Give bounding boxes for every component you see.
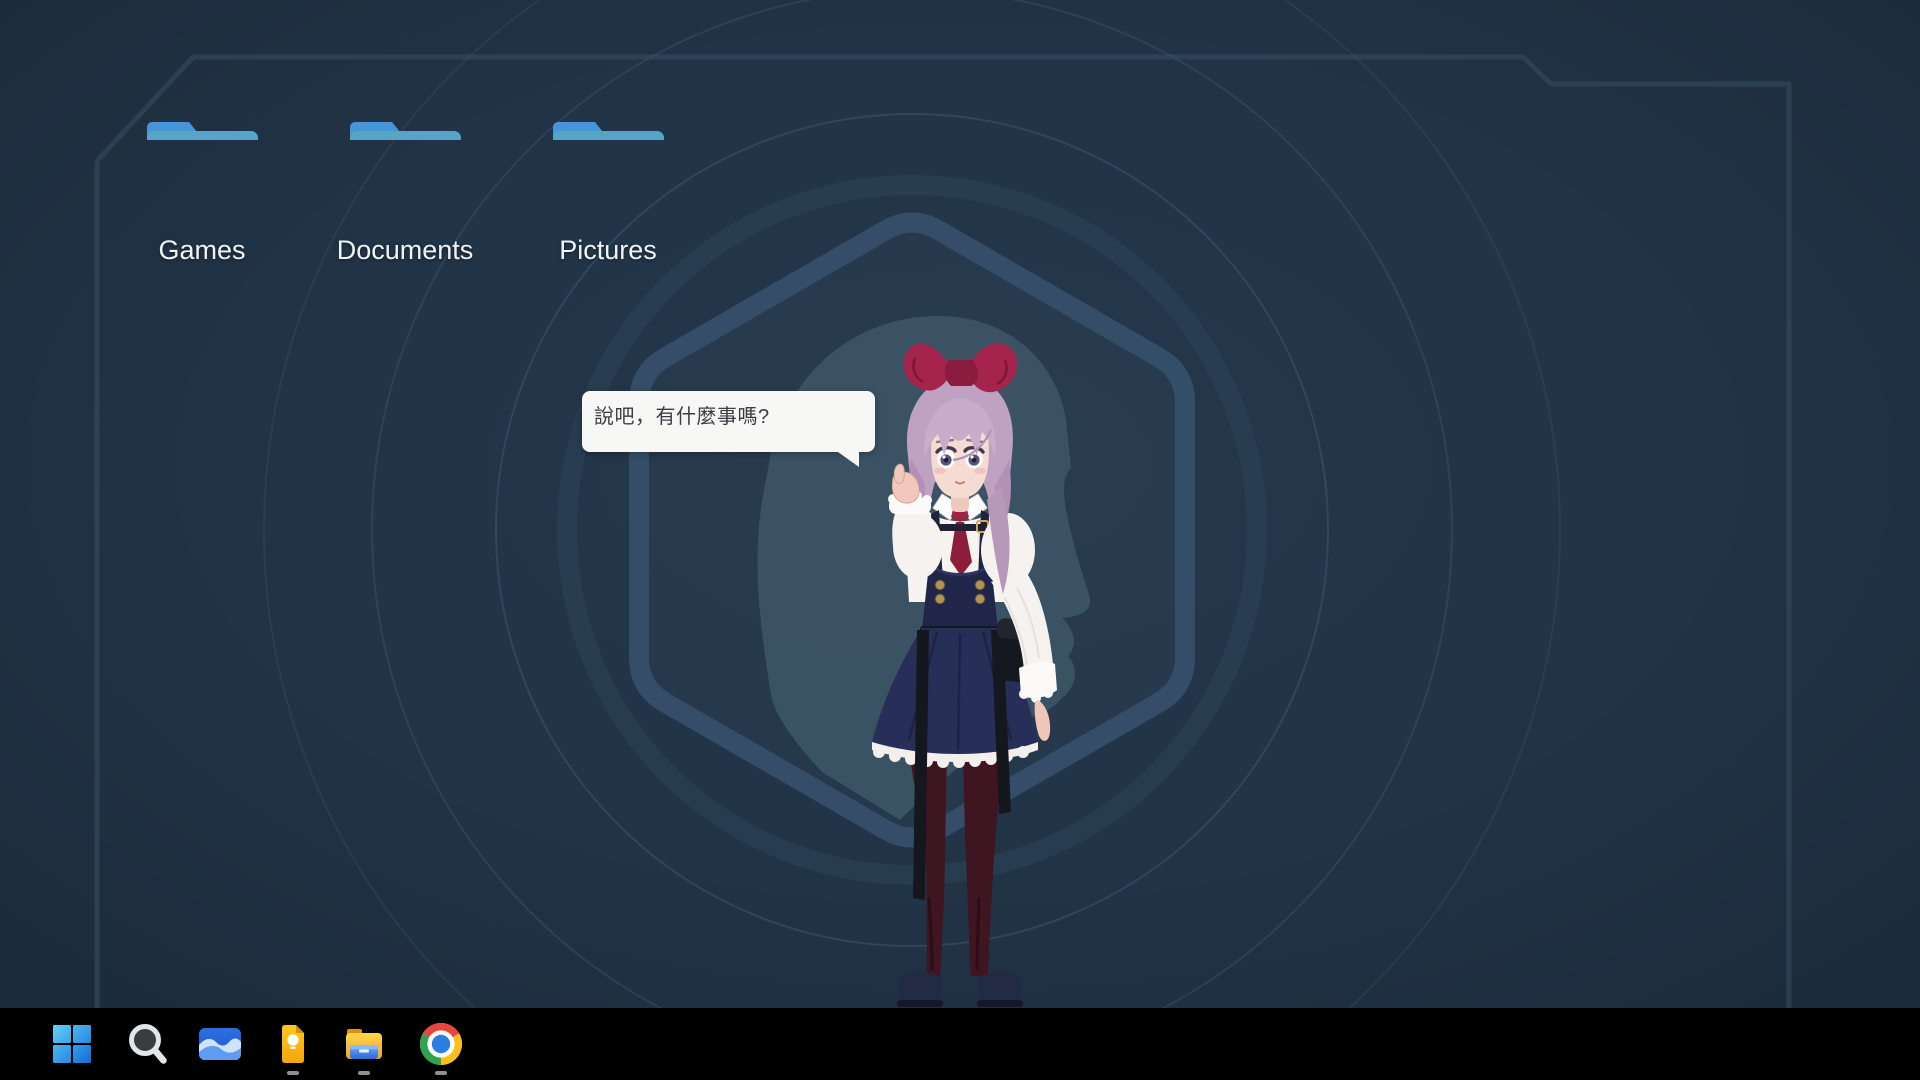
photos-button[interactable] bbox=[197, 1008, 243, 1080]
folder-icon bbox=[553, 122, 664, 215]
search-button[interactable] bbox=[124, 1008, 170, 1080]
desktop-folder-pictures[interactable]: Pictures bbox=[528, 122, 688, 266]
desktop-folder-documents[interactable]: Documents bbox=[325, 122, 485, 266]
desktop-wallpaper: Games Documents Pictures bbox=[0, 0, 1920, 1008]
running-indicator bbox=[435, 1071, 447, 1075]
file-explorer-button[interactable] bbox=[341, 1008, 387, 1080]
folder-label: Pictures bbox=[559, 235, 657, 266]
speech-bubble: 說吧，有什麼事嗎? bbox=[582, 391, 875, 452]
photos-icon bbox=[199, 1028, 241, 1060]
chrome-icon bbox=[418, 1021, 464, 1067]
note-icon bbox=[282, 1025, 304, 1063]
keep-notes-button[interactable] bbox=[270, 1008, 316, 1080]
windows-logo-icon bbox=[53, 1025, 91, 1063]
folder-icon bbox=[345, 1025, 383, 1063]
assistant-character[interactable] bbox=[845, 338, 1075, 1008]
running-indicator bbox=[358, 1071, 370, 1075]
start-button[interactable] bbox=[49, 1008, 95, 1080]
folder-icon bbox=[147, 122, 258, 215]
folder-label: Games bbox=[158, 235, 245, 266]
desktop-folder-games[interactable]: Games bbox=[122, 122, 282, 266]
running-indicator bbox=[287, 1071, 299, 1075]
folder-icon bbox=[350, 122, 461, 215]
speech-text: 說吧，有什麼事嗎? bbox=[594, 400, 863, 429]
speech-bubble-tail bbox=[838, 452, 859, 467]
search-icon bbox=[126, 1021, 168, 1067]
taskbar bbox=[0, 1008, 1920, 1080]
chrome-button[interactable] bbox=[418, 1008, 464, 1080]
folder-label: Documents bbox=[337, 235, 474, 266]
screen: Games Documents Pictures bbox=[0, 0, 1920, 1080]
